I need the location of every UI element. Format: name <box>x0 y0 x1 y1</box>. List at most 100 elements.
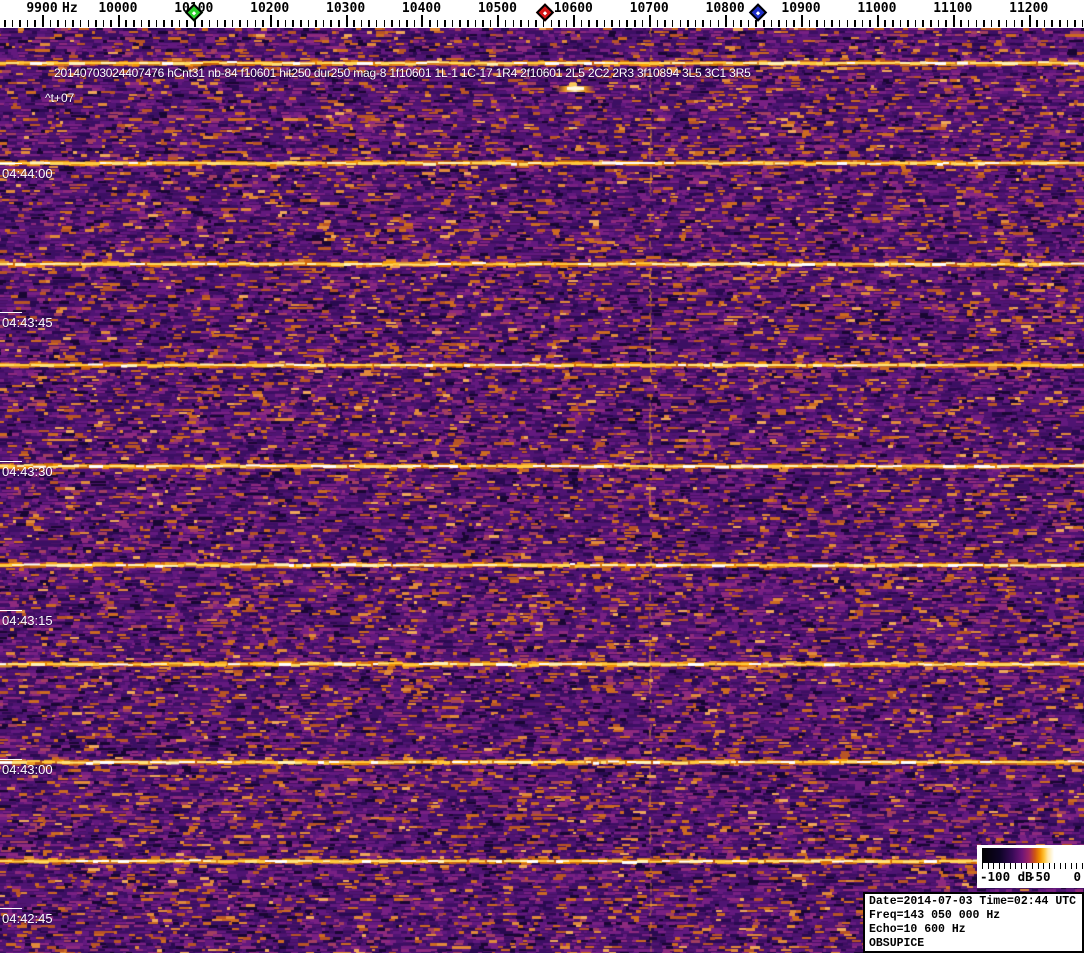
axis-minor-tick <box>694 20 697 27</box>
axis-minor-tick <box>429 20 431 27</box>
time-axis-label: 04:44:00 <box>2 166 53 181</box>
colorbar-max-label: 0 <box>1073 869 1081 884</box>
axis-minor-tick <box>763 20 765 27</box>
axis-minor-tick <box>808 20 810 27</box>
axis-minor-tick <box>535 20 537 27</box>
axis-minor-tick <box>937 20 940 27</box>
axis-minor-tick <box>307 20 310 27</box>
axis-minor-tick <box>140 20 143 27</box>
axis-minor-tick <box>1043 20 1046 27</box>
axis-tick-label: 10500 <box>477 1 517 16</box>
axis-major-tick <box>800 15 803 27</box>
axis-major-tick <box>117 15 120 27</box>
axis-minor-tick <box>315 20 317 27</box>
axis-minor-tick <box>87 20 89 27</box>
axis-minor-tick <box>322 20 325 27</box>
axis-minor-tick <box>436 20 439 27</box>
axis-minor-tick <box>1066 20 1069 27</box>
time-axis-tick <box>0 163 22 164</box>
detection-info-text: 20140703024407476 hCnt31 nb-84 f10601 hi… <box>54 66 751 80</box>
axis-minor-tick <box>679 20 681 27</box>
axis-minor-tick <box>702 20 704 27</box>
time-axis-tick <box>0 312 22 313</box>
axis-minor-tick <box>1005 20 1008 27</box>
axis-minor-tick <box>709 20 712 27</box>
time-axis-label: 04:43:45 <box>2 315 53 330</box>
axis-minor-tick <box>975 20 977 27</box>
axis-major-tick <box>42 15 44 27</box>
axis-minor-tick <box>262 20 264 27</box>
marker-center-dot <box>542 10 548 15</box>
axis-tick-label: 11000 <box>857 1 897 16</box>
spectrogram-overlay: 20140703024407476 hCnt31 nb-84 f10601 hi… <box>0 0 1084 953</box>
axis-minor-tick <box>11 20 14 27</box>
axis-major-tick <box>421 15 424 27</box>
axis-minor-tick <box>224 20 226 27</box>
axis-minor-tick <box>732 20 735 27</box>
axis-minor-tick <box>527 20 530 27</box>
axis-minor-tick <box>550 20 552 27</box>
axis-tick-label: 9900 <box>26 1 58 16</box>
time-axis-label: 04:43:30 <box>2 464 53 479</box>
axis-minor-tick <box>330 20 332 27</box>
marker-center-dot <box>755 10 761 15</box>
axis-minor-tick <box>95 20 97 27</box>
axis-minor-tick <box>603 20 606 27</box>
axis-minor-tick <box>239 20 241 27</box>
axis-minor-tick <box>960 20 962 27</box>
colorbar-mid-label: -50 <box>1028 869 1051 884</box>
time-offset-label: ^t+07 <box>45 91 75 105</box>
axis-minor-tick <box>1074 20 1076 27</box>
axis-minor-tick <box>580 20 583 27</box>
colorbar-gradient <box>982 848 1082 863</box>
axis-tick-label: 10200 <box>250 1 290 16</box>
blue-diamond-marker-icon[interactable] <box>748 3 768 22</box>
info-date-time: Date=2014-07-03 Time=02:44 UTC <box>869 895 1077 908</box>
axis-major-tick <box>573 15 576 27</box>
axis-minor-tick <box>922 20 924 27</box>
axis-minor-tick <box>1059 20 1061 27</box>
axis-minor-tick <box>57 20 59 27</box>
red-diamond-marker-icon[interactable] <box>535 3 555 22</box>
axis-minor-tick <box>216 20 218 27</box>
axis-minor-tick <box>489 20 492 27</box>
axis-minor-tick <box>110 20 112 27</box>
frequency-axis: Hz 9900100001010010200103001040010500106… <box>0 0 1084 28</box>
frequency-unit-label: Hz <box>62 1 78 16</box>
axis-minor-tick <box>930 20 932 27</box>
axis-major-tick <box>497 15 500 27</box>
axis-minor-tick <box>391 20 393 27</box>
time-axis-tick <box>0 759 22 760</box>
colorbar-min-label: -100 dB <box>980 869 1033 884</box>
axis-minor-tick <box>1021 20 1023 27</box>
axis-minor-tick <box>368 20 370 27</box>
axis-minor-tick <box>892 20 894 27</box>
axis-minor-tick <box>231 20 234 27</box>
axis-minor-tick <box>19 20 21 27</box>
colorbar-legend: -100 dB -50 0 <box>977 845 1084 888</box>
axis-minor-tick <box>687 20 689 27</box>
axis-minor-tick <box>899 20 902 27</box>
axis-minor-tick <box>474 20 477 27</box>
axis-minor-tick <box>451 20 454 27</box>
time-axis-label: 04:42:45 <box>2 911 53 926</box>
axis-minor-tick <box>201 20 203 27</box>
time-axis-tick <box>0 610 22 611</box>
axis-tick-label: 10000 <box>98 1 138 16</box>
axis-minor-tick <box>148 20 150 27</box>
axis-minor-tick <box>869 20 871 27</box>
axis-minor-tick <box>1036 20 1038 27</box>
axis-minor-tick <box>838 20 841 27</box>
axis-major-tick <box>876 15 879 27</box>
axis-minor-tick <box>565 20 568 27</box>
time-axis-tick <box>0 461 22 462</box>
axis-minor-tick <box>254 20 256 27</box>
time-axis-label: 04:43:15 <box>2 613 53 628</box>
axis-minor-tick <box>284 20 287 27</box>
axis-minor-tick <box>353 20 355 27</box>
axis-minor-tick <box>831 20 833 27</box>
axis-tick-label: 10800 <box>705 1 745 16</box>
axis-tick-label: 10400 <box>401 1 442 16</box>
axis-minor-tick <box>246 20 249 27</box>
axis-minor-tick <box>300 20 302 27</box>
